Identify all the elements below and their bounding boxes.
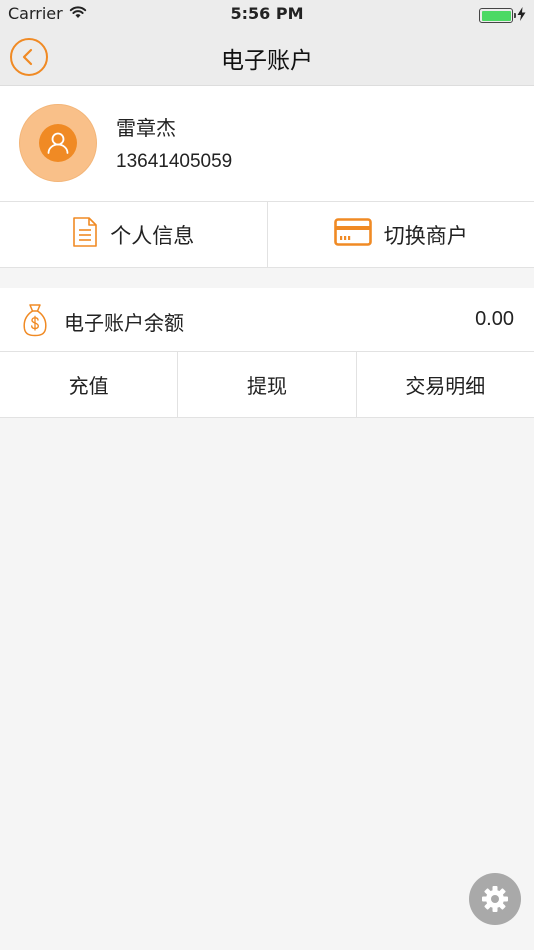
gear-icon [482, 886, 508, 912]
recharge-button[interactable]: 充值 [0, 352, 177, 417]
recharge-label: 充值 [68, 374, 109, 398]
operations-row: 充值 提现 交易明细 [0, 352, 534, 418]
transaction-details-label: 交易明细 [405, 374, 486, 398]
page-title: 电子账户 [221, 48, 313, 74]
status-bar: Carrier 5:56 PM [0, 0, 534, 26]
transaction-details-button[interactable]: 交易明细 [355, 352, 534, 417]
balance-label: 电子账户余额 [64, 311, 184, 335]
profile-phone: 13641405059 [116, 151, 233, 172]
nav-bar: 电子账户 [0, 26, 534, 86]
charging-icon [517, 6, 526, 25]
balance-row: 电子账户余额 0.00 [0, 288, 534, 352]
balance-value: 0.00 [475, 308, 514, 330]
profile-section: 雷章杰 13641405059 [0, 86, 534, 202]
status-time: 5:56 PM [230, 4, 304, 23]
personal-info-label: 个人信息 [110, 223, 195, 248]
personal-info-button[interactable]: 个人信息 [0, 202, 267, 267]
user-icon [39, 124, 77, 162]
switch-merchant-button[interactable]: 切换商户 [266, 202, 534, 267]
battery-fill [481, 10, 511, 21]
document-icon [72, 217, 98, 252]
card-icon [333, 218, 372, 251]
back-button[interactable] [10, 38, 48, 76]
chevron-left-icon [22, 48, 33, 66]
switch-merchant-label: 切换商户 [383, 223, 468, 248]
profile-name: 雷章杰 [116, 116, 176, 140]
withdraw-label: 提现 [246, 374, 287, 398]
action-row: 个人信息 切换商户 [0, 202, 534, 268]
avatar[interactable] [19, 104, 97, 182]
withdraw-button[interactable]: 提现 [177, 352, 355, 417]
settings-button[interactable] [469, 873, 521, 925]
status-right [479, 6, 526, 25]
battery-icon [479, 8, 516, 23]
money-bag-icon [22, 303, 48, 341]
